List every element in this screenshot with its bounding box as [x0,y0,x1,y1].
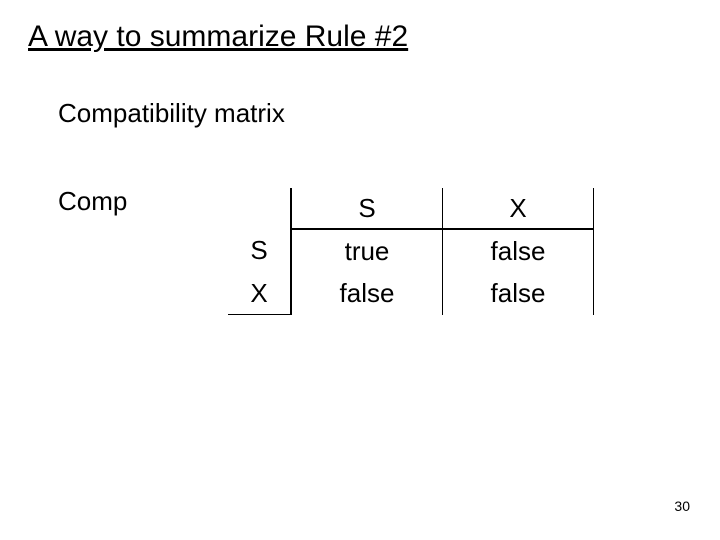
row-header: S [228,229,291,272]
compatibility-matrix: S X S true false X false false [228,188,594,315]
slide-subtitle: Compatibility matrix [58,98,285,129]
slide-title: A way to summarize Rule #2 [28,20,408,54]
matrix-label: Comp [58,186,127,217]
header-corner [228,188,291,229]
table-header-row: S X [228,188,594,229]
slide: A way to summarize Rule #2 Compatibility… [0,0,720,540]
table-cell: true [291,229,443,272]
column-header: X [443,188,594,229]
column-header: S [291,188,443,229]
page-number: 30 [674,498,690,514]
table-row: S true false [228,229,594,272]
table-row: X false false [228,272,594,315]
table-cell: false [443,272,594,315]
table-cell: false [443,229,594,272]
table-cell: false [291,272,443,315]
matrix-table: S X S true false X false false [228,188,594,315]
row-header: X [228,272,291,315]
